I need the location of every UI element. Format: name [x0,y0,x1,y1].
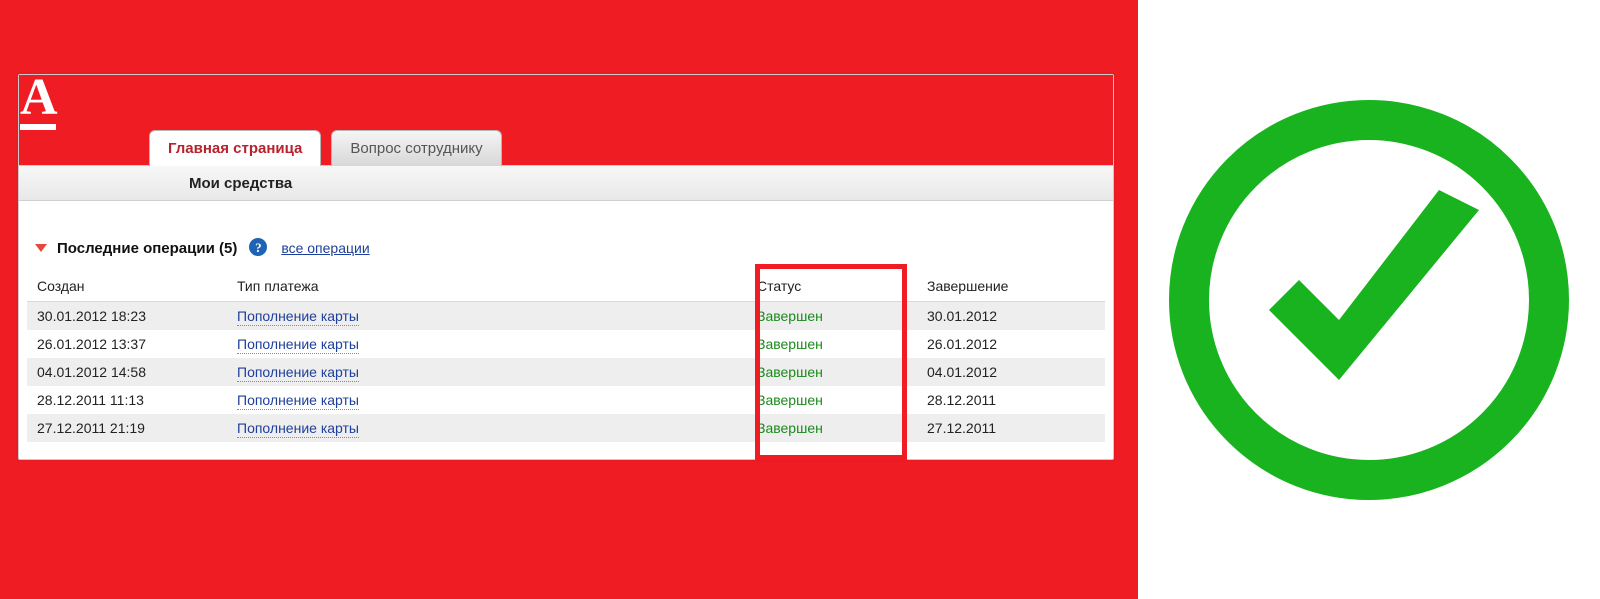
cell-created: 26.01.2012 13:37 [27,330,227,358]
tab-label: Вопрос сотруднику [350,140,482,157]
operations-header: Последние операции (5) ? все операции [27,231,1105,267]
table-row: 27.12.2011 21:19 Пополнение карты Завершен… [27,414,1105,442]
cell-end: 04.01.2012 [917,358,1105,386]
operations-heading: Последние операции (5) [57,240,237,257]
operations-table: Создан Тип платежа Статус Завершение 30.… [27,271,1105,442]
col-status: Статус [747,271,917,302]
cell-status: Завершен [747,302,917,331]
bank-logo: A [20,74,86,132]
cell-created: 30.01.2012 18:23 [27,302,227,331]
cell-status: Завершен [747,330,917,358]
table-row: 26.01.2012 13:37 Пополнение карты Завершен… [27,330,1105,358]
tab-main-page[interactable]: Главная страница [149,130,321,166]
col-type: Тип платежа [227,271,747,302]
table-header-row: Создан Тип платежа Статус Завершение [27,271,1105,302]
cell-status: Завершен [747,358,917,386]
cell-created: 04.01.2012 14:58 [27,358,227,386]
collapse-icon[interactable] [35,244,47,252]
status-badge: Завершен [757,308,823,324]
col-created: Создан [27,271,227,302]
cell-end: 26.01.2012 [917,330,1105,358]
help-icon[interactable]: ? [249,238,267,256]
cell-end: 30.01.2012 [917,302,1105,331]
screenshot-panel: A Главная страница Вопрос сотруднику Мои… [0,0,1138,599]
cell-status: Завершен [747,414,917,442]
table-row: 04.01.2012 14:58 Пополнение карты Завершен… [27,358,1105,386]
logo-letter: A [20,74,86,122]
payment-type-link[interactable]: Пополнение карты [237,336,359,354]
section-bar: Мои средства [19,165,1113,201]
status-badge: Завершен [757,336,823,352]
status-badge: Завершен [757,420,823,436]
section-title: Мои средства [189,175,292,192]
cell-created: 28.12.2011 11:13 [27,386,227,414]
cell-status: Завершен [747,386,917,414]
annotation-panel [1138,0,1600,599]
cell-type: Пополнение карты [227,330,747,358]
status-badge: Завершен [757,392,823,408]
cell-type: Пополнение карты [227,386,747,414]
payment-type-link[interactable]: Пополнение карты [237,420,359,438]
tab-bar: Главная страница Вопрос сотруднику [149,130,502,166]
cell-type: Пополнение карты [227,358,747,386]
table-row: 30.01.2012 18:23 Пополнение карты Завершен… [27,302,1105,331]
cell-type: Пополнение карты [227,302,747,331]
tab-label: Главная страница [168,140,302,157]
cell-end: 28.12.2011 [917,386,1105,414]
table-row: 28.12.2011 11:13 Пополнение карты Завершен… [27,386,1105,414]
cell-end: 27.12.2011 [917,414,1105,442]
col-end: Завершение [917,271,1105,302]
cell-created: 27.12.2011 21:19 [27,414,227,442]
payment-type-link[interactable]: Пополнение карты [237,308,359,326]
payment-type-link[interactable]: Пополнение карты [237,364,359,382]
app-window: Главная страница Вопрос сотруднику Мои с… [18,74,1114,460]
tab-ask-employee[interactable]: Вопрос сотруднику [331,130,501,166]
status-badge: Завершен [757,364,823,380]
all-operations-link[interactable]: все операции [281,240,369,256]
checkmark-icon [1169,100,1569,500]
cell-type: Пополнение карты [227,414,747,442]
payment-type-link[interactable]: Пополнение карты [237,392,359,410]
